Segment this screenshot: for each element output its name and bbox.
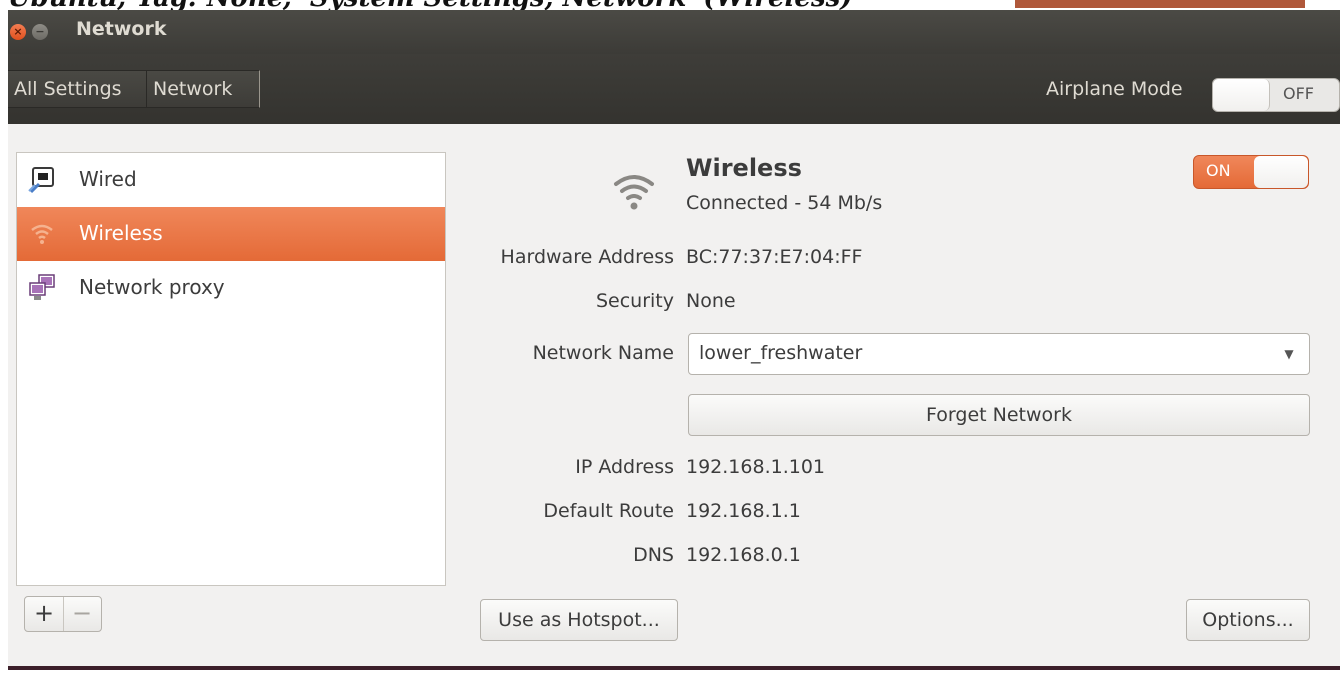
- forget-network-button[interactable]: Forget Network: [688, 394, 1310, 436]
- network-name-value: lower_freshwater: [699, 342, 863, 364]
- caption-text: Ubuntu; Tag: None; 'System Settings, Net…: [8, 0, 1008, 10]
- connection-status: Connected - 54 Mb/s: [686, 192, 883, 214]
- ip-address-label: IP Address: [575, 456, 674, 478]
- airplane-mode-switch[interactable]: OFF: [1212, 78, 1340, 112]
- default-route-label: Default Route: [543, 500, 674, 522]
- breadcrumb-all-settings[interactable]: All Settings: [8, 70, 151, 108]
- default-route-value: 192.168.1.1: [686, 500, 801, 522]
- remove-connection-button[interactable]: −: [63, 597, 101, 631]
- breadcrumb-network[interactable]: Network: [146, 70, 260, 108]
- options-button[interactable]: Options...: [1186, 599, 1310, 641]
- wireless-power-switch[interactable]: ON: [1193, 155, 1309, 189]
- sidebar-item-wireless[interactable]: Wireless: [17, 207, 445, 261]
- device-list: Wired Wireless Network proxy: [16, 152, 446, 586]
- hardware-address-value: BC:77:37:E7:04:FF: [686, 246, 863, 268]
- network-proxy-icon: [29, 274, 55, 300]
- wireless-switch-state: ON: [1206, 161, 1231, 180]
- window-title: Network: [76, 18, 167, 40]
- airplane-switch-state: OFF: [1283, 84, 1314, 103]
- sidebar-item-label: Wireless: [79, 221, 163, 245]
- network-settings-window: × − Network All Settings Network Airplan…: [8, 10, 1340, 670]
- close-window-button[interactable]: ×: [10, 24, 26, 40]
- sidebar-item-label: Wired: [79, 167, 137, 191]
- wifi-signal-icon: [614, 175, 654, 210]
- airplane-switch-knob: [1213, 79, 1270, 111]
- use-as-hotspot-button[interactable]: Use as Hotspot...: [480, 599, 678, 641]
- sidebar-item-wired[interactable]: Wired: [17, 153, 445, 207]
- title-bar: × − Network: [8, 10, 1340, 54]
- airplane-mode-label: Airplane Mode: [1046, 78, 1183, 100]
- dropdown-arrow-icon: ▼: [1284, 347, 1294, 361]
- sidebar-item-label: Network proxy: [79, 275, 225, 299]
- add-connection-button[interactable]: +: [25, 597, 64, 631]
- sidebar-item-network-proxy[interactable]: Network proxy: [17, 261, 445, 315]
- top-accent-bar: [1015, 0, 1305, 8]
- dns-value: 192.168.0.1: [686, 544, 801, 566]
- network-name-label: Network Name: [532, 342, 674, 364]
- list-edit-buttons: + −: [24, 596, 102, 632]
- security-value: None: [686, 290, 736, 312]
- hardware-address-label: Hardware Address: [500, 246, 674, 268]
- minimize-window-button[interactable]: −: [32, 24, 48, 40]
- dns-label: DNS: [633, 544, 674, 566]
- network-name-dropdown[interactable]: lower_freshwater ▼: [688, 333, 1310, 375]
- wireless-switch-knob: [1254, 156, 1308, 188]
- wired-network-icon: [28, 167, 54, 194]
- toolbar: All Settings Network Airplane Mode OFF: [8, 54, 1340, 124]
- device-title: Wireless: [686, 154, 802, 182]
- window-bottom-edge: [8, 666, 1340, 670]
- wifi-icon: [31, 224, 53, 244]
- security-label: Security: [595, 290, 674, 312]
- ip-address-value: 192.168.1.101: [686, 456, 826, 478]
